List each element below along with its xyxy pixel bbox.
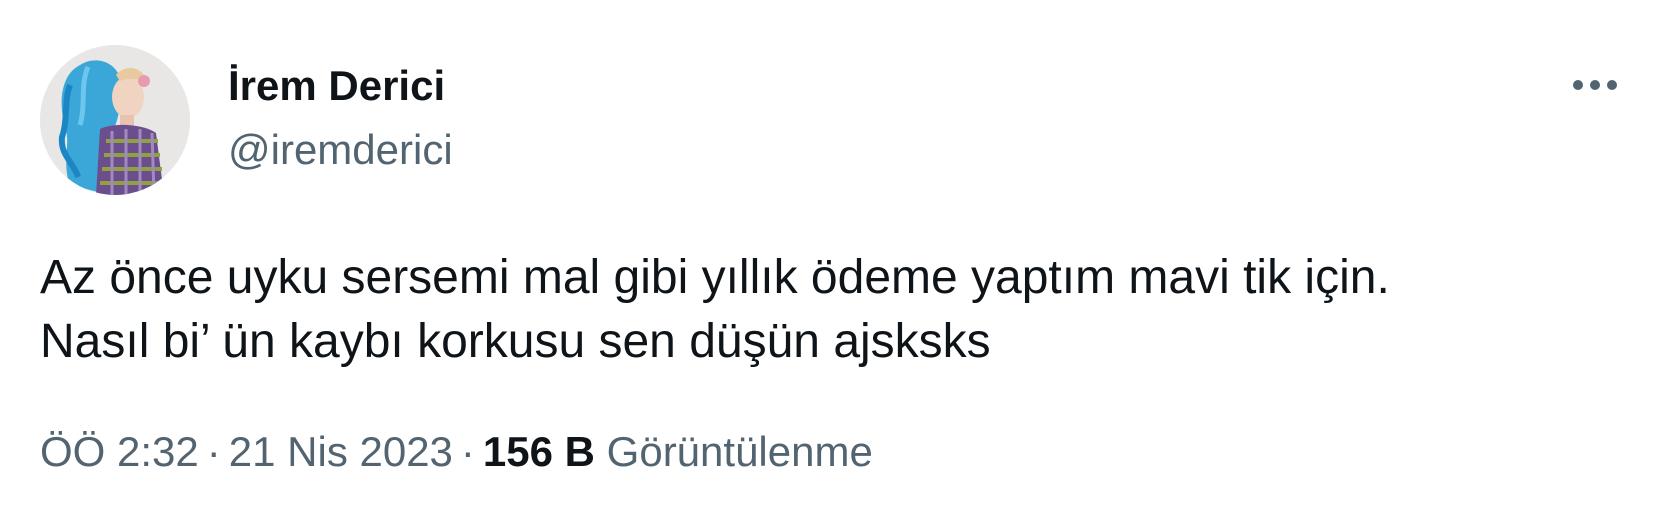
author-display-name[interactable]: İrem Derici: [228, 58, 445, 114]
views-label: Görüntülenme: [606, 428, 873, 475]
tweet-time[interactable]: ÖÖ 2:32: [40, 428, 199, 475]
meta-separator: ·: [206, 428, 221, 475]
tweet-date[interactable]: 21 Nis 2023: [229, 428, 453, 475]
more-horizontal-icon: [1573, 80, 1617, 90]
meta-separator: ·: [460, 428, 475, 475]
views-count: 156 B: [482, 428, 595, 475]
author-handle[interactable]: @iremderici: [228, 122, 453, 178]
avatar-image: [40, 45, 190, 195]
avatar[interactable]: [40, 45, 190, 195]
tweet-text: Az önce uyku sersemi mal gibi yıllık öde…: [40, 251, 1390, 368]
tweet-card: İrem Derici @iremderici Az önce uyku ser…: [0, 0, 1662, 522]
more-options-button[interactable]: [1560, 60, 1630, 110]
tweet-meta: ÖÖ 2:32 · 21 Nis 2023 · 156 B Görüntülenme: [40, 424, 873, 480]
